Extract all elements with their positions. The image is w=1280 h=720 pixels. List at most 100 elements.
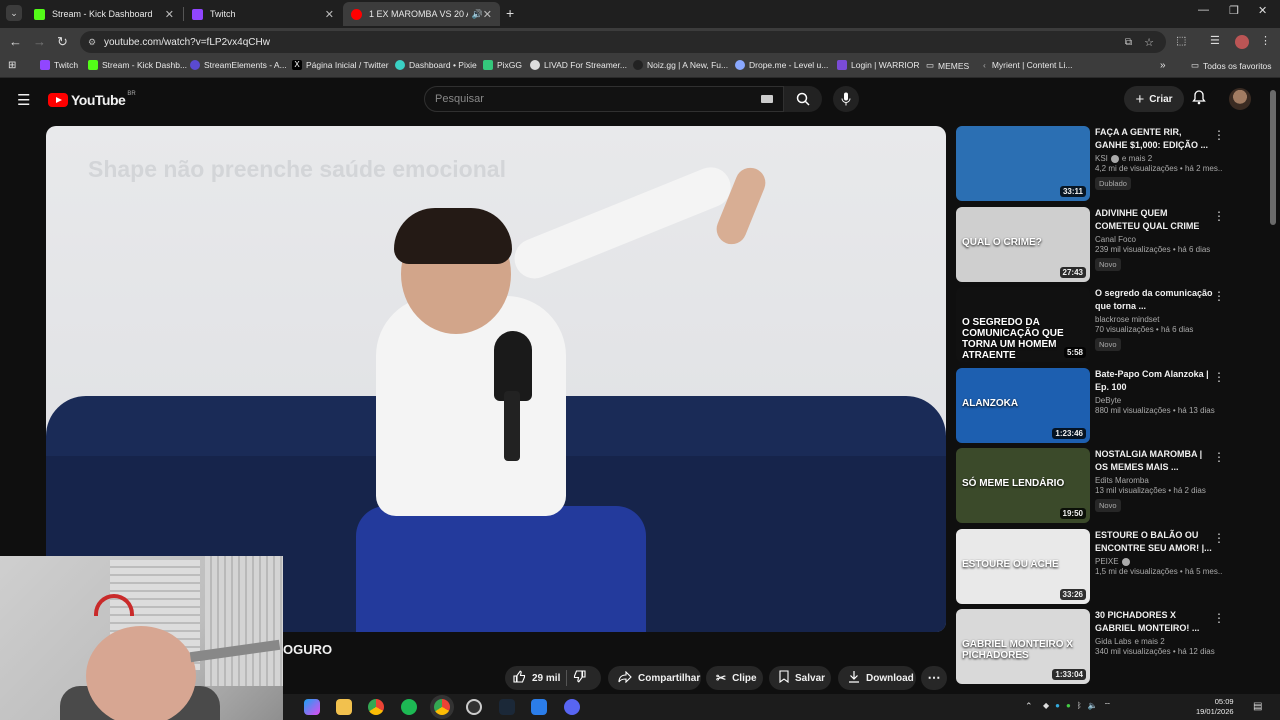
video-thumbnail[interactable]: QUAL O CRIME? 27:43: [956, 207, 1090, 282]
close-icon[interactable]: ✕: [165, 8, 174, 21]
youtube-logo[interactable]: YouTube BR: [48, 91, 136, 108]
more-icon[interactable]: ⋯: [921, 666, 947, 690]
cast-icon[interactable]: ⧉: [1125, 37, 1132, 48]
window-close-icon[interactable]: ✕: [1258, 4, 1267, 17]
forward-icon[interactable]: →: [33, 34, 46, 49]
video-title[interactable]: 30 PICHADORES X GABRIEL MONTEIRO! ...: [1095, 609, 1213, 635]
recommendation-card[interactable]: SÓ MEME LENDÁRIO 19:50 NOSTALGIA MAROMBA |…: [956, 448, 1226, 524]
bookmark-item[interactable]: Stream - Kick Dashb...: [88, 60, 187, 70]
video-thumbnail[interactable]: SÓ MEME LENDÁRIO 19:50: [956, 448, 1090, 523]
bookmark-folder[interactable]: ▭ MEMES: [926, 60, 969, 71]
network-icon[interactable]: ⌔: [1104, 701, 1112, 711]
reading-list-icon[interactable]: ☰: [1210, 34, 1220, 47]
restore-icon[interactable]: ❐: [1229, 4, 1239, 17]
channel-name[interactable]: Edits Maromba: [1095, 476, 1149, 485]
bookmark-item[interactable]: ‹ Myrient | Content Li...: [983, 60, 1072, 70]
clip-button[interactable]: ✂ Clipe: [706, 666, 763, 690]
user-avatar[interactable]: [1229, 88, 1251, 110]
save-button[interactable]: Salvar: [769, 666, 831, 690]
video-title[interactable]: ESTOURE O BALÃO OU ENCONTRE SEU AMOR! |.…: [1095, 529, 1213, 555]
more-actions-icon[interactable]: ⋮: [1213, 128, 1225, 142]
url-field[interactable]: ⚙ youtube.com/watch?v=fLP2vx4qCHw ⧉ ☆: [80, 31, 1166, 53]
more-actions-icon[interactable]: ⋮: [1213, 611, 1225, 625]
all-bookmarks-folder[interactable]: ▭ Todos os favoritos: [1191, 60, 1272, 71]
page-scrollbar[interactable]: [1270, 90, 1276, 225]
chrome-active-icon[interactable]: [434, 699, 450, 715]
more-bookmarks-icon[interactable]: »: [1160, 60, 1166, 71]
tab-search-icon[interactable]: ⌄: [6, 5, 22, 21]
like-count[interactable]: 29 mil: [532, 673, 560, 684]
video-title[interactable]: O segredo da comunicação que torna ...: [1095, 287, 1213, 313]
channel-name[interactable]: Gida Labs: [1095, 637, 1131, 646]
recommendation-card[interactable]: ESTOURE OU ACHE 33:26 ESTOURE O BALÃO OU E…: [956, 529, 1226, 605]
channel-name[interactable]: Canal Foco: [1095, 235, 1136, 244]
recommendation-card[interactable]: O SEGREDO DA COMUNICAÇÃO QUE TORNA UM HO…: [956, 287, 1226, 363]
search-input[interactable]: Pesquisar: [424, 86, 784, 112]
tray-app-icon[interactable]: ●: [1055, 701, 1060, 711]
tray-chevron-icon[interactable]: ⌃: [1025, 701, 1033, 712]
recommendation-card[interactable]: QUAL O CRIME? 27:43 ADIVINHE QUEM COMETEU …: [956, 207, 1226, 283]
download-button[interactable]: Download: [838, 666, 916, 690]
tray-app-icon[interactable]: ◆: [1043, 701, 1049, 711]
extensions-icon[interactable]: ⬚: [1176, 34, 1186, 47]
profile-avatar[interactable]: [1235, 35, 1249, 49]
reload-icon[interactable]: ↻: [57, 34, 68, 50]
more-actions-icon[interactable]: ⋮: [1213, 531, 1225, 545]
chrome-icon[interactable]: [368, 699, 384, 715]
more-actions-icon[interactable]: ⋮: [1213, 209, 1225, 223]
search-button[interactable]: [784, 86, 822, 112]
audio-icon[interactable]: 🔊: [472, 9, 483, 20]
file-explorer-icon[interactable]: [336, 699, 352, 715]
bookmark-item[interactable]: Noiz.gg | A New, Fu...: [633, 60, 728, 70]
clock[interactable]: 05:09 19/01/2026: [1196, 697, 1234, 717]
star-icon[interactable]: ☆: [1144, 36, 1154, 49]
tab-twitch[interactable]: Twitch ✕: [184, 2, 342, 26]
volume-icon[interactable]: 🔈: [1088, 701, 1098, 711]
menu-icon[interactable]: ☰: [17, 91, 30, 109]
tab-youtube[interactable]: 1 EX MAROMBA VS 20 ATL 🔊 ✕: [343, 2, 500, 26]
spotify-icon[interactable]: [401, 699, 417, 715]
bookmark-item[interactable]: PixGG: [483, 60, 522, 70]
channel-name[interactable]: blackrose mindset: [1095, 315, 1159, 324]
video-title[interactable]: Bate-Papo Com Alanzoka | Ep. 100: [1095, 368, 1213, 394]
video-thumbnail[interactable]: GABRIEL MONTEIRO X PICHADORES 1:33:04: [956, 609, 1090, 684]
create-button[interactable]: + Criar: [1124, 86, 1184, 112]
copilot-icon[interactable]: [304, 699, 320, 715]
steam-icon[interactable]: [499, 699, 515, 715]
video-title[interactable]: NOSTALGIA MAROMBA | OS MEMES MAIS ...: [1095, 448, 1213, 474]
recommendation-card[interactable]: 33:11 FAÇA A GENTE RIR, GANHE $1,000: EDI…: [956, 126, 1226, 202]
tab-kick[interactable]: Stream - Kick Dashboard ✕: [26, 2, 182, 26]
discord-icon[interactable]: [564, 699, 580, 715]
minimize-icon[interactable]: —: [1198, 4, 1209, 16]
close-icon[interactable]: ✕: [325, 8, 334, 21]
apps-icon[interactable]: ⊞: [8, 60, 16, 71]
channel-name[interactable]: KSI: [1095, 154, 1108, 163]
bookmark-item[interactable]: Twitch: [40, 60, 78, 70]
video-title[interactable]: ADIVINHE QUEM COMETEU QUAL CRIME: [1095, 207, 1213, 233]
new-tab-button[interactable]: +: [506, 5, 514, 21]
video-title[interactable]: FAÇA A GENTE RIR, GANHE $1,000: EDIÇÃO .…: [1095, 126, 1213, 152]
more-actions-icon[interactable]: ⋮: [1213, 450, 1225, 464]
bell-icon[interactable]: [1192, 90, 1206, 108]
bookmark-item[interactable]: X Página Inicial / Twitter: [292, 60, 389, 70]
close-icon[interactable]: ✕: [483, 8, 492, 21]
bookmark-item[interactable]: Drope.me - Level u...: [735, 60, 828, 70]
app-icon[interactable]: [531, 699, 547, 715]
bookmark-item[interactable]: LIVAD For Streamer...: [530, 60, 627, 70]
video-thumbnail[interactable]: ESTOURE OU ACHE 33:26: [956, 529, 1090, 604]
video-thumbnail[interactable]: 33:11: [956, 126, 1090, 201]
channel-name[interactable]: DeByte: [1095, 396, 1121, 405]
more-actions-icon[interactable]: ⋮: [1213, 289, 1225, 303]
like-icon[interactable]: [513, 670, 526, 686]
tray-app-icon[interactable]: ●: [1066, 701, 1071, 711]
video-thumbnail[interactable]: O SEGREDO DA COMUNICAÇÃO QUE TORNA UM HO…: [956, 287, 1090, 362]
bookmark-item[interactable]: Login | WARRIOR: [837, 60, 920, 70]
dislike-icon[interactable]: [573, 670, 586, 686]
bookmark-item[interactable]: StreamElements - A...: [190, 60, 287, 70]
keyboard-icon[interactable]: [761, 95, 773, 103]
video-thumbnail[interactable]: ALANZOKA 1:23:46: [956, 368, 1090, 443]
back-icon[interactable]: ←: [9, 34, 22, 49]
voice-search-button[interactable]: [833, 86, 859, 112]
recommendation-card[interactable]: ALANZOKA 1:23:46 Bate-Papo Com Alanzoka | …: [956, 368, 1226, 444]
more-actions-icon[interactable]: ⋮: [1213, 370, 1225, 384]
